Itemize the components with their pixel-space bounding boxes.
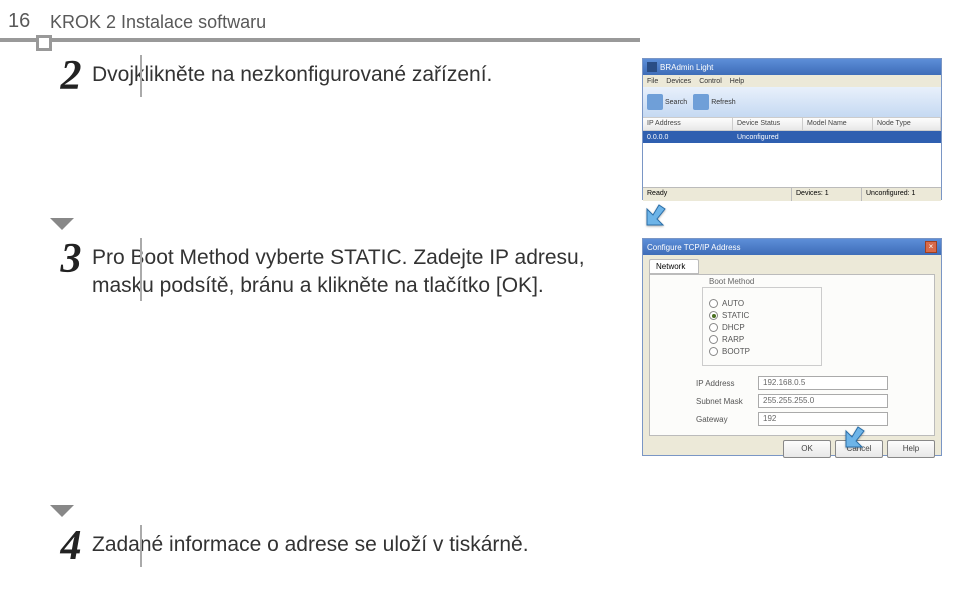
radio-auto[interactable]: AUTO [709, 299, 815, 308]
window-title: BRAdmin Light [660, 63, 713, 72]
tcpip-dialog: Configure TCP/IP Address × Network Boot … [642, 238, 942, 456]
col-node[interactable]: Node Type [873, 118, 941, 130]
dialog-titlebar: Configure TCP/IP Address × [643, 239, 941, 255]
col-status[interactable]: Device Status [733, 118, 803, 130]
search-icon [647, 94, 663, 110]
radio-icon [709, 347, 718, 356]
step-4-row: 4 Zadané informace o adrese se uloží v t… [50, 525, 529, 567]
boot-method-label: Boot Method [706, 277, 757, 286]
radio-auto-label: AUTO [722, 299, 744, 308]
triangle-marker [50, 218, 74, 230]
subnet-mask-input[interactable]: 255.255.255.0 [758, 394, 888, 408]
dialog-title: Configure TCP/IP Address [647, 243, 741, 252]
field-ip-row: IP Address 192.168.0.5 [658, 376, 926, 390]
refresh-icon [693, 94, 709, 110]
status-bar: Ready Devices: 1 Unconfigured: 1 [643, 187, 941, 201]
ip-fields: IP Address 192.168.0.5 Subnet Mask 255.2… [658, 376, 926, 426]
window-titlebar: BRAdmin Light [643, 59, 941, 75]
field-mask-row: Subnet Mask 255.255.255.0 [658, 394, 926, 408]
step-2-row: 2 Dvojklikněte na nezkonfigurované zaříz… [50, 55, 492, 97]
gateway-label: Gateway [658, 415, 758, 424]
dialog-panel: Boot Method AUTO STATIC DHCP RARP BOOTP [649, 274, 935, 436]
menu-bar: File Devices Control Help [643, 75, 941, 87]
page-header: KROK 2 Instalace softwaru [50, 12, 266, 33]
radio-bootp[interactable]: BOOTP [709, 347, 815, 356]
radio-bootp-label: BOOTP [722, 347, 750, 356]
col-ip[interactable]: IP Address [643, 118, 733, 130]
menu-file[interactable]: File [647, 78, 658, 85]
radio-rarp[interactable]: RARP [709, 335, 815, 344]
bradmin-window: BRAdmin Light File Devices Control Help … [642, 58, 942, 200]
row-status: Unconfigured [737, 134, 779, 141]
triangle-marker [50, 505, 74, 517]
menu-control[interactable]: Control [699, 78, 722, 85]
row-ip: 0.0.0.0 [647, 134, 737, 141]
search-label: Search [665, 99, 687, 106]
radio-icon [709, 311, 718, 320]
boot-method-group: AUTO STATIC DHCP RARP BOOTP [702, 287, 822, 366]
step-3-text: Pro Boot Method vyberte STATIC. Zadejte … [92, 238, 602, 301]
radio-static-label: STATIC [722, 311, 749, 320]
ip-address-input[interactable]: 192.168.0.5 [758, 376, 888, 390]
refresh-label: Refresh [711, 99, 736, 106]
step-3-number: 3 [50, 238, 92, 280]
col-model[interactable]: Model Name [803, 118, 873, 130]
step-divider [140, 238, 142, 301]
status-ready: Ready [643, 188, 791, 201]
ip-address-label: IP Address [658, 379, 758, 388]
radio-icon [709, 335, 718, 344]
radio-icon [709, 323, 718, 332]
radio-static[interactable]: STATIC [709, 311, 815, 320]
field-gw-row: Gateway 192 [658, 412, 926, 426]
status-devices: Devices: 1 [791, 188, 861, 201]
subnet-mask-label: Subnet Mask [658, 397, 758, 406]
radio-dhcp-label: DHCP [722, 323, 745, 332]
device-row[interactable]: 0.0.0.0 Unconfigured [643, 131, 941, 143]
step-3-row: 3 Pro Boot Method vyberte STATIC. Zadejt… [50, 238, 602, 301]
pointer-arrow [643, 201, 941, 223]
step-2-text: Dvojklikněte na nezkonfigurované zařízen… [92, 55, 492, 89]
close-button[interactable]: × [925, 241, 937, 253]
toolbar: Search Refresh [643, 87, 941, 117]
tab-network[interactable]: Network [649, 259, 699, 274]
app-icon [647, 62, 657, 72]
radio-icon [709, 299, 718, 308]
device-list: 0.0.0.0 Unconfigured [643, 131, 941, 187]
status-unconfigured: Unconfigured: 1 [861, 188, 941, 201]
step-2-number: 2 [50, 55, 92, 97]
step-divider [140, 525, 142, 567]
page-number: 16 [8, 10, 30, 33]
step-4-text: Zadané informace o adrese se uloží v tis… [92, 525, 529, 559]
menu-help[interactable]: Help [730, 78, 744, 85]
refresh-button[interactable]: Refresh [693, 94, 736, 110]
ok-button[interactable]: OK [783, 440, 831, 458]
step-4-number: 4 [50, 525, 92, 567]
column-headers: IP Address Device Status Model Name Node… [643, 117, 941, 131]
search-button[interactable]: Search [647, 94, 687, 110]
radio-dhcp[interactable]: DHCP [709, 323, 815, 332]
radio-rarp-label: RARP [722, 335, 744, 344]
step-divider [140, 55, 142, 97]
dialog-buttons: OK Cancel Help [643, 436, 941, 462]
pointer-arrow [842, 423, 864, 445]
menu-devices[interactable]: Devices [666, 78, 691, 85]
help-button[interactable]: Help [887, 440, 935, 458]
header-underline [0, 38, 640, 42]
